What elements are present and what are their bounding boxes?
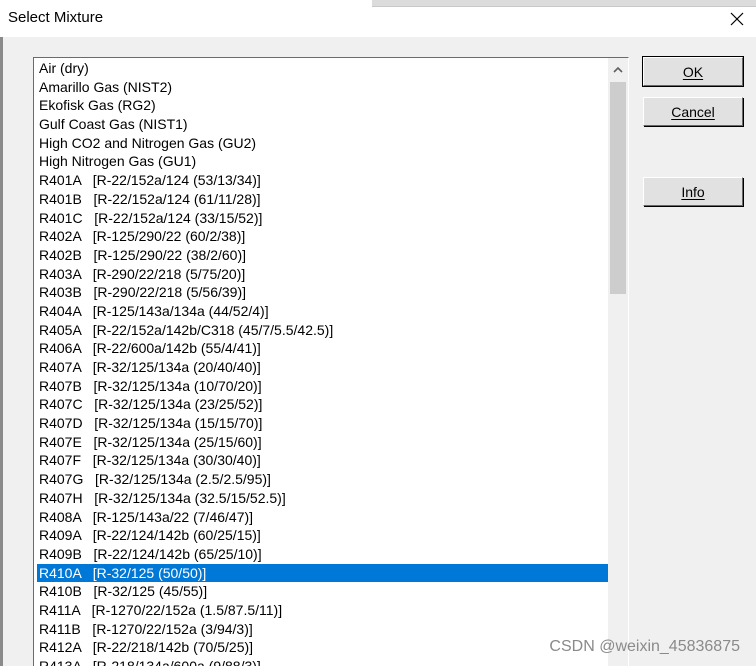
window-title: Select Mixture — [8, 9, 104, 26]
list-item[interactable]: R404A [R-125/143a/134a (44/52/4)] — [37, 302, 609, 321]
list-item[interactable]: R402A [R-125/290/22 (60/2/38)] — [37, 227, 609, 246]
vertical-scrollbar[interactable] — [608, 58, 628, 666]
list-item[interactable]: R407C [R-32/125/134a (23/25/52)] — [37, 395, 609, 414]
list-item[interactable]: R403B [R-290/22/218 (5/56/39)] — [37, 283, 609, 302]
chevron-up-icon — [613, 66, 623, 73]
list-item[interactable]: High CO2 and Nitrogen Gas (GU2) — [37, 134, 609, 153]
list-item[interactable]: R401A [R-22/152a/124 (53/13/34)] — [37, 171, 609, 190]
list-item[interactable]: R405A [R-22/152a/142b/C318 (45/7/5.5/42.… — [37, 321, 609, 340]
cancel-button-label: Cancel — [671, 103, 715, 120]
list-item[interactable]: Air (dry) — [37, 59, 609, 78]
mixture-list[interactable]: Air (dry) Amarillo Gas (NIST2) Ekofisk Gas… — [37, 59, 609, 666]
list-item[interactable]: R401B [R-22/152a/124 (61/11/28)] — [37, 190, 609, 209]
info-button[interactable]: Info — [643, 177, 743, 206]
scroll-up-button[interactable] — [608, 58, 628, 80]
list-item[interactable]: R410B [R-32/125 (45/55)] — [37, 582, 609, 601]
list-item[interactable]: High Nitrogen Gas (GU1) — [37, 152, 609, 171]
list-item[interactable]: R411B [R-1270/22/152a (3/94/3)] — [37, 620, 609, 639]
list-item[interactable]: R411A [R-1270/22/152a (1.5/87.5/11)] — [37, 601, 609, 620]
ok-button[interactable]: OK — [642, 56, 744, 87]
list-item[interactable]: R407B [R-32/125/134a (10/70/20)] — [37, 377, 609, 396]
close-icon — [730, 12, 744, 25]
list-item[interactable]: R406A [R-22/600a/142b (55/4/41)] — [37, 339, 609, 358]
list-item[interactable]: R402B [R-125/290/22 (38/2/60)] — [37, 246, 609, 265]
ok-button-label: OK — [682, 63, 704, 80]
list-item[interactable]: R408A [R-125/143a/22 (7/46/47)] — [37, 508, 609, 527]
cancel-button[interactable]: Cancel — [643, 97, 743, 126]
list-item[interactable]: R401C [R-22/152a/124 (33/15/52)] — [37, 209, 609, 228]
list-item[interactable]: R413A [R-218/134a/600a (9/88/3)] — [37, 657, 609, 666]
watermark: CSDN @weixin_45836875 — [549, 638, 740, 655]
list-item[interactable]: R410A [R-32/125 (50/50)] — [37, 563, 609, 583]
window-left-border — [0, 37, 3, 666]
list-item[interactable]: Amarillo Gas (NIST2) — [37, 78, 609, 97]
list-item[interactable]: R407H [R-32/125/134a (32.5/15/52.5)] — [37, 489, 609, 508]
list-item[interactable]: R409A [R-22/124/142b (60/25/15)] — [37, 526, 609, 545]
info-button-label: Info — [681, 183, 705, 200]
list-item[interactable]: R412A [R-22/218/142b (70/5/25)] — [37, 638, 609, 657]
list-item[interactable]: R407A [R-32/125/134a (20/40/40)] — [37, 358, 609, 377]
background-window-strip — [372, 0, 756, 7]
scroll-thumb[interactable] — [610, 82, 626, 294]
mixture-listbox[interactable]: Air (dry) Amarillo Gas (NIST2) Ekofisk Gas… — [33, 57, 629, 666]
list-item[interactable]: Gulf Coast Gas (NIST1) — [37, 115, 609, 134]
list-item[interactable]: R407G [R-32/125/134a (2.5/2.5/95)] — [37, 470, 609, 489]
close-button[interactable] — [718, 0, 756, 37]
list-item[interactable]: R409B [R-22/124/142b (65/25/10)] — [37, 545, 609, 564]
list-item[interactable]: R407D [R-32/125/134a (15/15/70)] — [37, 414, 609, 433]
title-bar: Select Mixture — [0, 0, 756, 37]
list-item[interactable]: R407E [R-32/125/134a (25/15/60)] — [37, 433, 609, 452]
list-item[interactable]: R407F [R-32/125/134a (30/30/40)] — [37, 451, 609, 470]
list-item[interactable]: R403A [R-290/22/218 (5/75/20)] — [37, 265, 609, 284]
list-item[interactable]: Ekofisk Gas (RG2) — [37, 96, 609, 115]
